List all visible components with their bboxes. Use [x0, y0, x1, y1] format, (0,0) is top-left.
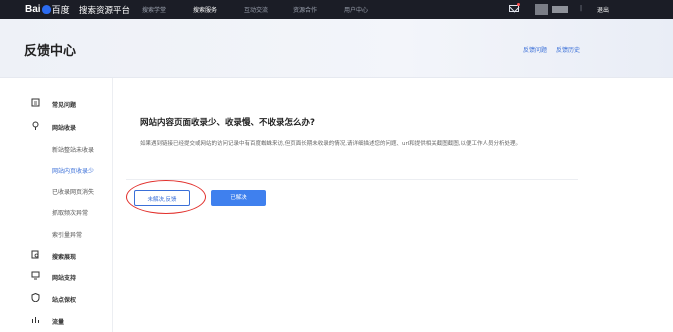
- question-description: 如果遇到链接已经提交或网站的访问记录中有百度蜘蛛来访,但页面长期未收录的情况,请…: [140, 141, 522, 147]
- sidebar-subitem-few-pages[interactable]: 网站内页收录少: [52, 166, 94, 175]
- nav-item-cooperation[interactable]: 资源合作: [293, 5, 317, 14]
- avatar[interactable]: [535, 4, 548, 15]
- shield-icon: [31, 292, 40, 303]
- notification-dot: [517, 3, 520, 6]
- nav-item-learning[interactable]: 搜索学堂: [142, 5, 166, 14]
- content-divider: [126, 179, 578, 180]
- platform-name[interactable]: 搜索资源平台: [79, 4, 130, 16]
- sidebar-item-site-support[interactable]: 网站支持: [52, 273, 76, 282]
- sidebar-item-search-display[interactable]: 搜索展现: [52, 252, 76, 261]
- username-redacted[interactable]: [552, 6, 568, 13]
- mail-icon[interactable]: [509, 5, 519, 12]
- solved-button[interactable]: 已解决: [211, 190, 266, 206]
- logout-link[interactable]: 退出: [597, 5, 609, 14]
- unsolved-feedback-button[interactable]: 未解决,反馈: [134, 190, 190, 206]
- logo-bai-text: Bai: [25, 4, 41, 15]
- question-title: 网站内容页面收录少、收录慢、不收录怎么办?: [140, 118, 315, 128]
- sidebar-item-faq[interactable]: 常见问题: [52, 100, 76, 109]
- sidebar-subitem-index-count[interactable]: 索引量异常: [52, 230, 82, 239]
- sidebar: [0, 78, 113, 332]
- sidebar-item-site-rights[interactable]: 站点保权: [52, 295, 76, 304]
- sidebar-subitem-crawl-frequency[interactable]: 抓取频次异常: [52, 208, 88, 217]
- pin-icon: [31, 121, 40, 130]
- nav-item-user-center[interactable]: 用户中心: [344, 5, 368, 14]
- document-icon: [31, 98, 40, 107]
- report-issue-link[interactable]: 反馈问题: [523, 45, 547, 54]
- sidebar-subitem-pages-gone[interactable]: 已收录网页消失: [52, 187, 94, 196]
- nav-separator: |: [580, 5, 583, 12]
- logo-du-text: 百度: [51, 6, 70, 16]
- feedback-history-link[interactable]: 反馈历史: [556, 45, 580, 54]
- top-navbar: Bai 百度 搜索资源平台 搜索学堂 搜索服务 互动交流 资源合作 用户中心 |…: [0, 0, 673, 19]
- chart-icon: [31, 315, 40, 324]
- baidu-logo[interactable]: Bai 百度: [25, 3, 70, 16]
- paw-icon: [41, 5, 51, 14]
- sidebar-subitem-new-site[interactable]: 新站整站未收录: [52, 145, 94, 154]
- page-title: 反馈中心: [24, 44, 77, 59]
- sidebar-item-indexing[interactable]: 网站收录: [52, 123, 76, 132]
- nav-item-community[interactable]: 互动交流: [244, 5, 268, 14]
- monitor-icon: [31, 271, 40, 280]
- sidebar-item-traffic[interactable]: 流量: [52, 317, 64, 326]
- nav-item-services[interactable]: 搜索服务: [193, 5, 217, 14]
- search-doc-icon: [31, 250, 40, 259]
